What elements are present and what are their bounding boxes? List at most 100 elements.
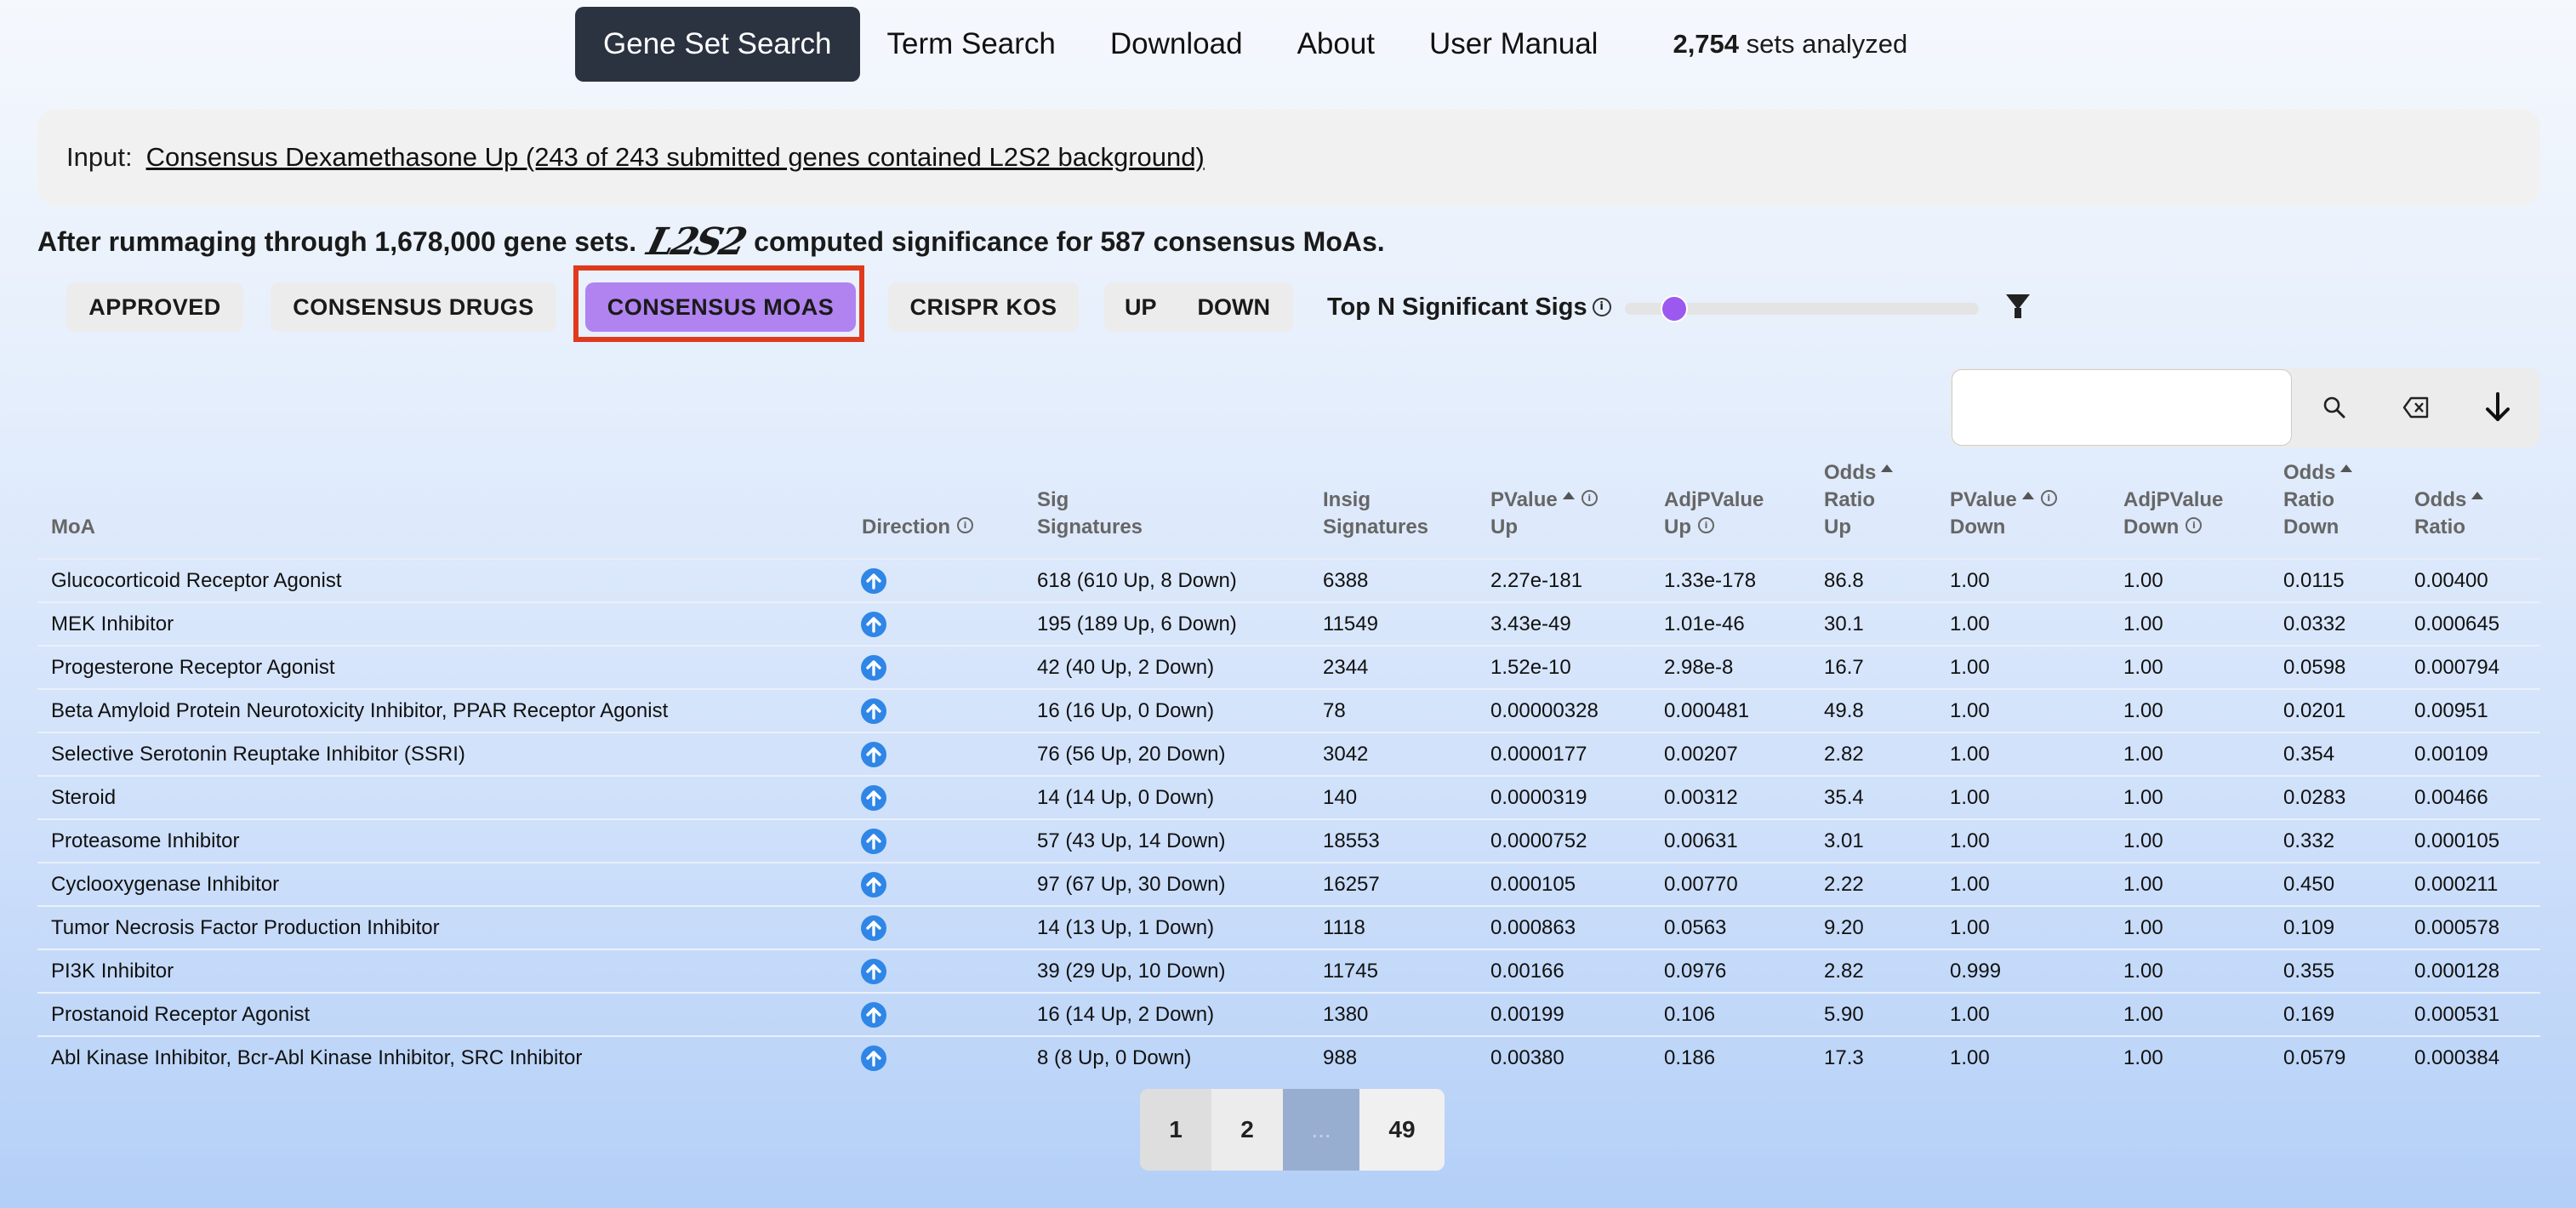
arrow-up-circle-icon[interactable]	[861, 872, 886, 897]
nav-term-search[interactable]: Term Search	[860, 7, 1083, 82]
cell-odds-ratio-down: 0.109	[2283, 916, 2335, 939]
cell-adjpvalue-up: 2.98e-8	[1664, 656, 1734, 679]
arrow-up-circle-icon[interactable]	[861, 742, 886, 767]
page-1-button[interactable]: 1	[1140, 1089, 1211, 1171]
info-icon[interactable]: i	[1592, 298, 1611, 316]
arrow-up-circle-icon[interactable]	[861, 1002, 886, 1028]
cell-adjpvalue-down: 1.00	[2123, 873, 2163, 896]
filter-approved[interactable]: APPROVED	[66, 282, 243, 332]
cell-odds-ratio-up: 2.22	[1824, 873, 1864, 896]
nav-about[interactable]: About	[1270, 7, 1402, 82]
cell-odds-ratio-down: 0.169	[2283, 1003, 2335, 1026]
cell-odds-ratio: 0.000384	[2414, 1046, 2500, 1069]
info-icon[interactable]: i	[1581, 490, 1598, 506]
cell-odds-ratio-up: 2.82	[1824, 960, 1864, 983]
info-icon[interactable]: i	[2186, 517, 2203, 533]
cell-insig: 1118	[1323, 916, 1365, 939]
info-icon[interactable]: i	[1698, 517, 1714, 533]
cell-odds-ratio-down: 0.355	[2283, 960, 2335, 983]
col-odds-ratio-up[interactable]: Odds Ratio Up	[1824, 459, 1894, 541]
filter-bar: APPROVED CONSENSUS DRUGS CONSENSUS MOAS …	[0, 279, 2576, 335]
col-pvalue-down-line2: Down	[1950, 516, 2006, 538]
col-adjpvalue-up[interactable]: AdjPValue Up i	[1664, 487, 1764, 541]
nav-gene-set-search[interactable]: Gene Set Search	[575, 7, 860, 82]
filter-funnel-icon[interactable]	[2006, 294, 2030, 318]
nav-user-manual[interactable]: User Manual	[1402, 7, 1625, 82]
col-direction[interactable]: Direction i	[862, 514, 974, 541]
col-sig-line2: Signatures	[1037, 516, 1143, 538]
arrow-up-circle-icon[interactable]	[861, 785, 886, 811]
col-pvalue-down[interactable]: PValue i Down	[1950, 487, 2057, 541]
top-n-label: Top N Significant Sigs i	[1327, 282, 1611, 332]
col-adjpvalue-down[interactable]: AdjPValue Down i	[2123, 487, 2223, 541]
cell-pvalue-down: 1.00	[1950, 699, 1990, 722]
search-button[interactable]	[2294, 368, 2375, 447]
l2s2-logo: L2S2	[642, 219, 749, 264]
cell-pvalue-down: 1.00	[1950, 829, 1990, 852]
download-button[interactable]	[2457, 368, 2539, 447]
arrow-up-circle-icon[interactable]	[861, 655, 886, 681]
search-input[interactable]	[1952, 369, 2292, 446]
arrow-up-circle-icon[interactable]	[861, 915, 886, 941]
sets-analyzed-label: sets analyzed	[1746, 29, 1908, 59]
cell-pvalue-up: 3.43e-49	[1490, 613, 1571, 635]
filter-crispr-kos[interactable]: CRISPR KOS	[888, 282, 1079, 332]
cell-insig: 2344	[1323, 656, 1369, 679]
cell-odds-ratio-up: 86.8	[1824, 569, 1864, 592]
arrow-up-circle-icon[interactable]	[861, 698, 886, 724]
col-moa[interactable]: MoA	[51, 514, 95, 541]
cell-odds-ratio-up: 30.1	[1824, 613, 1864, 635]
slider-thumb[interactable]	[1661, 295, 1689, 322]
table-row: Steroid 14 (14 Up, 0 Down) 140 0.0000319…	[37, 777, 2540, 820]
filter-consensus-moas[interactable]: CONSENSUS MOAS	[585, 282, 856, 332]
arrow-up-circle-icon[interactable]	[861, 568, 886, 594]
search-box	[1950, 368, 2540, 447]
arrow-up-circle-icon[interactable]	[861, 1046, 886, 1071]
direction-up-button[interactable]: UP	[1104, 294, 1177, 321]
cell-adjpvalue-down: 1.00	[2123, 743, 2163, 766]
nav-download[interactable]: Download	[1083, 7, 1270, 82]
cell-pvalue-up: 2.27e-181	[1490, 569, 1583, 592]
direction-toggle: UP DOWN	[1104, 282, 1293, 332]
table-row: Prostanoid Receptor Agonist 16 (14 Up, 2…	[37, 994, 2540, 1037]
cell-sig: 14 (14 Up, 0 Down)	[1037, 786, 1215, 809]
col-insig-signatures[interactable]: Insig Signatures	[1323, 487, 1428, 541]
col-direction-label: Direction	[862, 516, 951, 538]
arrow-down-icon	[2486, 392, 2510, 421]
sets-analyzed-stat: 2,754 sets analyzed	[1625, 29, 1907, 60]
page-2-button[interactable]: 2	[1211, 1089, 1283, 1171]
input-gene-set-link[interactable]: Consensus Dexamethasone Up (243 of 243 s…	[146, 142, 1205, 173]
col-odds-ratio-down[interactable]: Odds Ratio Down	[2283, 459, 2353, 541]
cell-odds-ratio-down: 0.0332	[2283, 613, 2346, 635]
cell-pvalue-down: 1.00	[1950, 743, 1990, 766]
info-icon[interactable]: i	[2040, 490, 2057, 506]
col-pvalue-up[interactable]: PValue i Up	[1490, 487, 1598, 541]
arrow-up-circle-icon[interactable]	[861, 959, 886, 984]
cell-odds-ratio: 0.000578	[2414, 916, 2500, 939]
arrow-up-circle-icon[interactable]	[861, 612, 886, 637]
cell-adjpvalue-down: 1.00	[2123, 1046, 2163, 1069]
cell-odds-ratio: 0.00951	[2414, 699, 2488, 722]
clear-button[interactable]	[2375, 368, 2457, 447]
direction-down-button[interactable]: DOWN	[1177, 294, 1291, 321]
cell-insig: 3042	[1323, 743, 1369, 766]
col-sig-signatures[interactable]: Sig Signatures	[1037, 487, 1143, 541]
cell-odds-ratio: 0.000794	[2414, 656, 2500, 679]
col-or-line2: Ratio	[2414, 516, 2465, 538]
cell-pvalue-down: 1.00	[1950, 873, 1990, 896]
info-icon[interactable]: i	[957, 517, 974, 533]
cell-sig: 42 (40 Up, 2 Down)	[1037, 656, 1215, 679]
cell-odds-ratio-up: 17.3	[1824, 1046, 1864, 1069]
top-n-slider[interactable]	[1625, 295, 1979, 322]
cell-moa: Cyclooxygenase Inhibitor	[51, 873, 280, 896]
cell-odds-ratio: 0.000128	[2414, 960, 2500, 983]
col-oru-line3: Up	[1824, 516, 1851, 538]
cell-odds-ratio-down: 0.0201	[2283, 699, 2346, 722]
arrow-up-circle-icon[interactable]	[861, 829, 886, 854]
cell-odds-ratio-up: 9.20	[1824, 916, 1864, 939]
filter-consensus-drugs[interactable]: CONSENSUS DRUGS	[271, 282, 556, 332]
cell-adjpvalue-up: 0.00207	[1664, 743, 1738, 766]
page-49-button[interactable]: 49	[1359, 1089, 1445, 1171]
top-n-text: Top N Significant Sigs	[1327, 293, 1587, 321]
col-odds-ratio[interactable]: Odds Ratio	[2414, 487, 2484, 541]
